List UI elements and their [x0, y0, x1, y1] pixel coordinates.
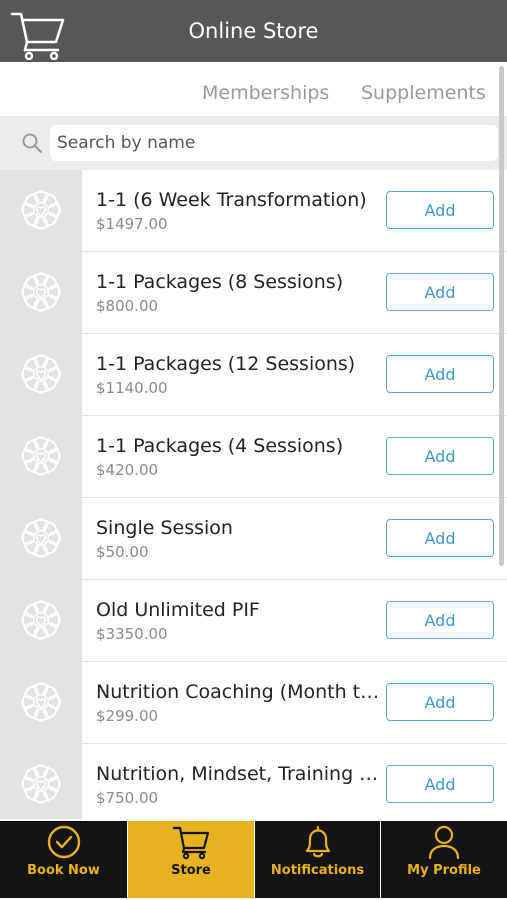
- bottom-nav: Book Now Store Notifications My Profile: [0, 819, 507, 900]
- product-thumbnail: [0, 498, 82, 579]
- add-button[interactable]: Add: [386, 519, 494, 557]
- product-row[interactable]: 1-1 Packages (4 Sessions) $420.00 Add: [0, 416, 507, 498]
- product-placeholder-icon: [21, 764, 61, 804]
- category-tabs: Memberships Supplements: [0, 62, 507, 116]
- nav-label: Notifications: [270, 863, 365, 878]
- nav-book-now[interactable]: Book Now: [0, 821, 127, 898]
- search-bar: [0, 116, 507, 170]
- nav-label: My Profile: [407, 863, 481, 878]
- product-row[interactable]: 1-1 (6 Week Transformation) $1497.00 Add: [0, 170, 507, 252]
- product-price: $800.00: [96, 297, 159, 315]
- shopping-cart-icon: [172, 826, 210, 860]
- product-thumbnail: [0, 416, 82, 497]
- product-row[interactable]: 1-1 Packages (8 Sessions) $800.00 Add: [0, 252, 507, 334]
- product-placeholder-icon: [21, 354, 61, 394]
- product-thumbnail: [0, 170, 82, 251]
- product-price: $420.00: [96, 461, 159, 479]
- user-icon: [428, 825, 460, 860]
- checkmark-circle-icon: [47, 825, 80, 859]
- product-name: Nutrition, Mindset, Training Coaching: [96, 763, 381, 785]
- product-price: $1140.00: [96, 379, 168, 397]
- product-thumbnail: [0, 744, 82, 819]
- add-button[interactable]: Add: [386, 191, 494, 229]
- nav-label: Book Now: [27, 863, 100, 878]
- product-price: $1497.00: [96, 215, 168, 233]
- product-name: 1-1 (6 Week Transformation): [96, 189, 367, 211]
- product-placeholder-icon: [21, 518, 61, 558]
- product-price: $750.00: [96, 789, 159, 807]
- product-list: 1-1 (6 Week Transformation) $1497.00 Add 1-…: [0, 170, 507, 819]
- product-placeholder-icon: [21, 682, 61, 722]
- product-price: $50.00: [96, 543, 149, 561]
- product-placeholder-icon: [21, 272, 61, 312]
- bell-icon: [305, 825, 330, 858]
- add-button[interactable]: Add: [386, 683, 494, 721]
- product-thumbnail: [0, 662, 82, 743]
- search-icon: [22, 133, 43, 154]
- add-button[interactable]: Add: [386, 273, 494, 311]
- product-name: 1-1 Packages (12 Sessions): [96, 353, 356, 375]
- app-header: Online Store: [0, 0, 507, 62]
- tab-supplements[interactable]: Supplements: [361, 82, 486, 104]
- product-thumbnail: [0, 252, 82, 333]
- product-row[interactable]: Nutrition, Mindset, Training Coaching $75…: [0, 744, 507, 819]
- product-name: 1-1 Packages (4 Sessions): [96, 435, 344, 457]
- product-thumbnail: [0, 334, 82, 415]
- add-button[interactable]: Add: [386, 355, 494, 393]
- product-row[interactable]: Nutrition Coaching (Month to Month) $299.…: [0, 662, 507, 744]
- product-placeholder-icon: [21, 600, 61, 640]
- product-placeholder-icon: [21, 436, 61, 476]
- product-name: Nutrition Coaching (Month to Month): [96, 681, 381, 703]
- add-button[interactable]: Add: [386, 437, 494, 475]
- nav-label: Store: [171, 863, 211, 878]
- product-price: $3350.00: [96, 625, 168, 643]
- nav-notifications[interactable]: Notifications: [255, 821, 380, 898]
- nav-store[interactable]: Store: [128, 821, 254, 898]
- scrollbar[interactable]: [499, 66, 504, 566]
- add-button[interactable]: Add: [386, 601, 494, 639]
- tab-memberships[interactable]: Memberships: [202, 82, 329, 104]
- page-title: Online Store: [188, 19, 319, 43]
- product-price: $299.00: [96, 707, 159, 725]
- nav-my-profile[interactable]: My Profile: [381, 821, 507, 898]
- product-row[interactable]: Old Unlimited PIF $3350.00 Add: [0, 580, 507, 662]
- product-row[interactable]: 1-1 Packages (12 Sessions) $1140.00 Add: [0, 334, 507, 416]
- search-input[interactable]: [50, 125, 498, 161]
- product-placeholder-icon: [21, 190, 61, 230]
- product-row[interactable]: Single Session $50.00 Add: [0, 498, 507, 580]
- add-button[interactable]: Add: [386, 765, 494, 803]
- product-name: Old Unlimited PIF: [96, 599, 260, 621]
- product-name: 1-1 Packages (8 Sessions): [96, 271, 344, 293]
- product-thumbnail: [0, 580, 82, 661]
- product-name: Single Session: [96, 517, 233, 539]
